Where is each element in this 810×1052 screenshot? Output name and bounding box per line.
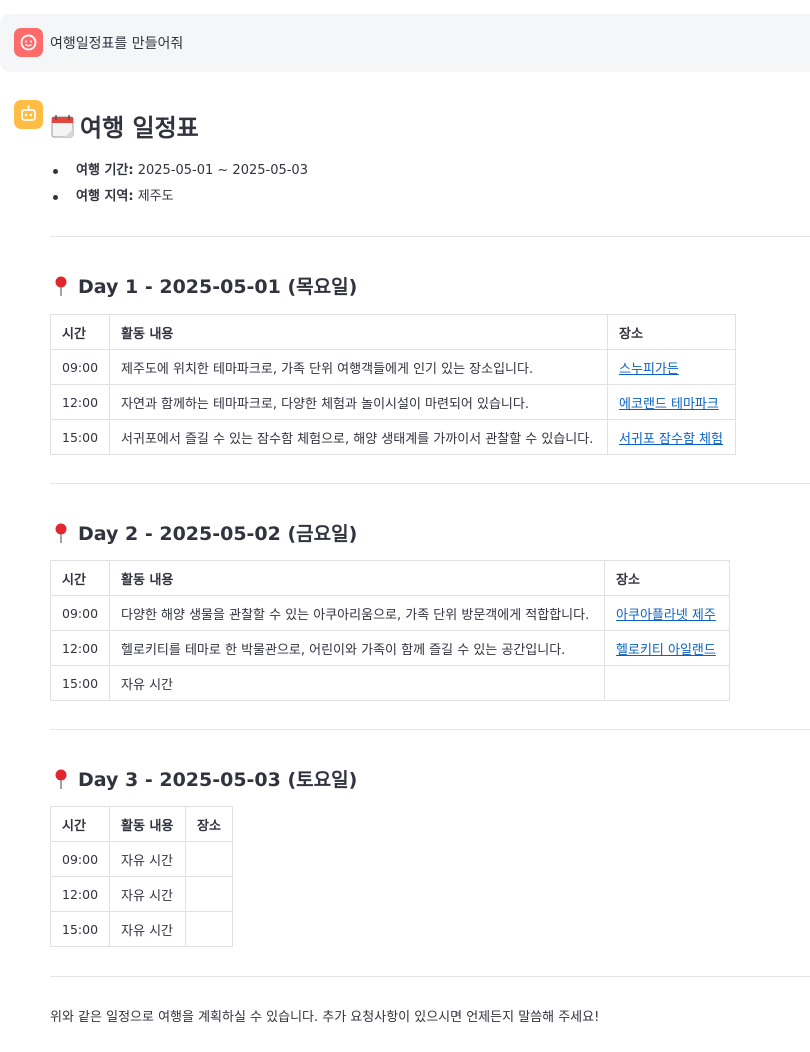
user-avatar-icon [14, 28, 43, 57]
table-row: 15:00 서귀포에서 즐길 수 있는 잠수함 체험으로, 해양 생태계를 가까… [49, 419, 737, 455]
user-message-text: 여행일정표를 만들어줘 [50, 36, 184, 52]
place-link[interactable]: 에코랜드 테마파크 [619, 397, 719, 412]
activity-cell: 자유 시간 [109, 911, 187, 947]
time-cell: 09:00 [49, 349, 111, 385]
place-link[interactable]: 서귀포 잠수함 체험 [619, 432, 723, 447]
day-3-table: 시간 활동 내용 장소 09:00 자유 시간 12:00 자유 시간 15:0… [49, 806, 234, 947]
col-header-time: 시간 [49, 314, 111, 350]
col-header-place: 장소 [607, 314, 737, 350]
place-cell [604, 665, 731, 701]
activity-cell: 자유 시간 [109, 876, 187, 912]
place-cell [185, 911, 234, 947]
activity-cell: 다양한 해양 생물을 관찰할 수 있는 아쿠아리움으로, 가족 단위 방문객에게… [109, 595, 606, 631]
trip-meta-list: 여행 기간: 2025-05-01 ~ 2025-05-03 여행 지역: 제주… [50, 158, 308, 210]
activity-cell: 자유 시간 [109, 841, 187, 877]
pin-icon [50, 522, 72, 544]
trip-region-label: 여행 지역: [76, 189, 134, 204]
day-1-title: Day 1 - 2025-05-01 (목요일) [50, 272, 357, 299]
col-header-activity: 활동 내용 [109, 314, 609, 350]
trip-period-value: 2025-05-01 ~ 2025-05-03 [137, 163, 308, 178]
pin-icon [50, 275, 72, 297]
time-cell: 15:00 [49, 911, 111, 947]
divider [50, 483, 810, 484]
table-row: 12:00 헬로키티를 테마로 한 박물관으로, 어린이와 가족이 함께 즐길 … [49, 630, 731, 666]
day-3-title-text: Day 3 - 2025-05-03 (토요일) [78, 769, 358, 791]
table-row: 12:00 자유 시간 [49, 876, 234, 912]
page-title: 여행 일정표 [50, 108, 199, 143]
time-cell: 12:00 [49, 630, 111, 666]
day-2-title-text: Day 2 - 2025-05-02 (금요일) [78, 523, 358, 545]
activity-cell: 서귀포에서 즐길 수 있는 잠수함 체험으로, 해양 생태계를 가까이서 관찰할… [109, 419, 609, 455]
table-row: 15:00 자유 시간 [49, 665, 731, 701]
closing-text: 위와 같은 일정으로 여행을 계획하실 수 있습니다. 추가 요청사항이 있으시… [50, 1010, 600, 1025]
table-header-row: 시간 활동 내용 장소 [49, 560, 731, 596]
place-cell [185, 841, 234, 877]
day-1-table: 시간 활동 내용 장소 09:00 제주도에 위치한 테마파크로, 가족 단위 … [49, 314, 737, 455]
activity-cell: 헬로키티를 테마로 한 박물관으로, 어린이와 가족이 함께 즐길 수 있는 공… [109, 630, 606, 666]
divider [50, 236, 810, 237]
day-2-title: Day 2 - 2025-05-02 (금요일) [50, 519, 357, 546]
trip-region-item: 여행 지역: 제주도 [50, 184, 308, 210]
time-cell: 12:00 [49, 384, 111, 420]
place-cell: 에코랜드 테마파크 [607, 384, 737, 420]
divider [50, 976, 810, 977]
time-cell: 09:00 [49, 595, 111, 631]
place-link[interactable]: 스누피가든 [619, 362, 679, 377]
activity-cell: 제주도에 위치한 테마파크로, 가족 단위 여행객들에게 인기 있는 장소입니다… [109, 349, 609, 385]
time-cell: 15:00 [49, 665, 111, 701]
calendar-icon [50, 113, 76, 139]
table-row: 09:00 자유 시간 [49, 841, 234, 877]
col-header-place: 장소 [185, 806, 234, 842]
day-1-title-text: Day 1 - 2025-05-01 (목요일) [78, 276, 358, 298]
page-title-text: 여행 일정표 [80, 114, 199, 142]
col-header-place: 장소 [604, 560, 731, 596]
place-cell [185, 876, 234, 912]
place-cell: 스누피가든 [607, 349, 737, 385]
col-header-time: 시간 [49, 560, 111, 596]
table-row: 12:00 자연과 함께하는 테마파크로, 다양한 체험과 놀이시설이 마련되어… [49, 384, 737, 420]
trip-period-label: 여행 기간: [76, 163, 134, 178]
activity-cell: 자연과 함께하는 테마파크로, 다양한 체험과 놀이시설이 마련되어 있습니다. [109, 384, 609, 420]
table-row: 09:00 다양한 해양 생물을 관찰할 수 있는 아쿠아리움으로, 가족 단위… [49, 595, 731, 631]
time-cell: 15:00 [49, 419, 111, 455]
col-header-time: 시간 [49, 806, 111, 842]
day-3-title: Day 3 - 2025-05-03 (토요일) [50, 765, 357, 792]
place-link[interactable]: 아쿠아플라넷 제주 [616, 608, 716, 623]
pin-icon [50, 768, 72, 790]
activity-cell: 자유 시간 [109, 665, 606, 701]
divider [50, 729, 810, 730]
robot-icon [14, 100, 43, 129]
time-cell: 12:00 [49, 876, 111, 912]
trip-period-item: 여행 기간: 2025-05-01 ~ 2025-05-03 [50, 158, 308, 184]
time-cell: 09:00 [49, 841, 111, 877]
place-cell: 헬로키티 아일랜드 [604, 630, 731, 666]
col-header-activity: 활동 내용 [109, 560, 606, 596]
table-header-row: 시간 활동 내용 장소 [49, 314, 737, 350]
user-message: 여행일정표를 만들어줘 [0, 14, 810, 72]
col-header-activity: 활동 내용 [109, 806, 187, 842]
table-header-row: 시간 활동 내용 장소 [49, 806, 234, 842]
day-2-table: 시간 활동 내용 장소 09:00 다양한 해양 생물을 관찰할 수 있는 아쿠… [49, 560, 731, 701]
table-row: 09:00 제주도에 위치한 테마파크로, 가족 단위 여행객들에게 인기 있는… [49, 349, 737, 385]
table-row: 15:00 자유 시간 [49, 911, 234, 947]
place-cell: 아쿠아플라넷 제주 [604, 595, 731, 631]
place-link[interactable]: 헬로키티 아일랜드 [616, 643, 716, 658]
place-cell: 서귀포 잠수함 체험 [607, 419, 737, 455]
trip-region-value: 제주도 [137, 189, 174, 204]
